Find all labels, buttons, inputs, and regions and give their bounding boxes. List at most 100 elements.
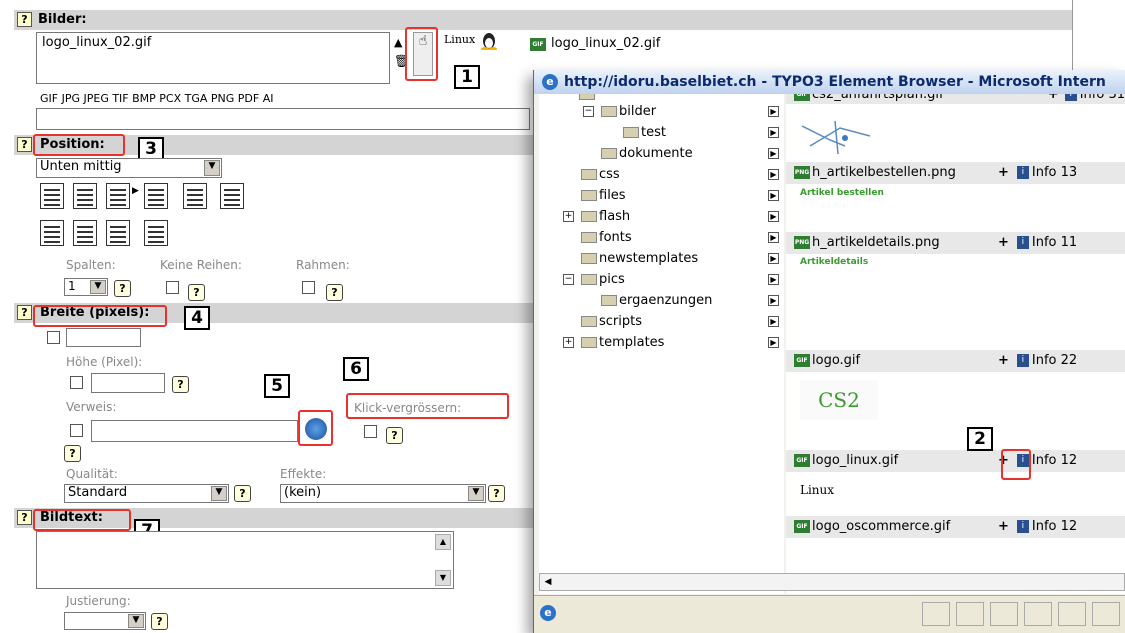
- expand-arrow-icon[interactable]: ▶: [768, 295, 779, 306]
- file-upload-field[interactable]: [36, 108, 530, 130]
- plus-icon[interactable]: +: [998, 519, 1009, 534]
- scroll-left-icon[interactable]: ◀: [541, 575, 555, 589]
- expand-arrow-icon[interactable]: ▶: [768, 253, 779, 264]
- plus-icon[interactable]: +: [998, 235, 1009, 250]
- tree-folder-files[interactable]: files: [581, 185, 765, 206]
- expand-arrow-icon[interactable]: ▶: [768, 169, 779, 180]
- expand-arrow-icon[interactable]: ▶: [768, 127, 779, 138]
- help-icon[interactable]: ?: [172, 376, 189, 393]
- scroll-down-icon[interactable]: ▼: [435, 570, 451, 586]
- rahmen-checkbox[interactable]: [302, 281, 315, 294]
- info-icon[interactable]: i: [1016, 166, 1029, 179]
- info-label[interactable]: Info: [1032, 453, 1057, 468]
- help-icon[interactable]: ?: [326, 284, 343, 301]
- hoehe-input[interactable]: [91, 373, 165, 393]
- file-row[interactable]: GIF logo.gif + i Info 22: [786, 350, 1125, 372]
- position-option-icon[interactable]: [106, 183, 130, 209]
- help-icon[interactable]: ?: [234, 485, 251, 502]
- image-file-list[interactable]: logo_linux_02.gif: [36, 32, 390, 84]
- info-label[interactable]: Info: [1032, 235, 1057, 250]
- help-icon[interactable]: ?: [17, 137, 32, 152]
- help-icon[interactable]: ?: [114, 280, 131, 297]
- expand-arrow-icon[interactable]: ▶: [768, 274, 779, 285]
- expand-arrow-icon[interactable]: ▶: [768, 106, 779, 117]
- tree-folder-test[interactable]: test: [623, 122, 765, 143]
- position-option-icon[interactable]: [144, 183, 168, 209]
- file-row[interactable]: PNG h_artikelbestellen.png + i Info 13: [786, 162, 1125, 184]
- expand-arrow-icon[interactable]: ▶: [768, 337, 779, 348]
- tree-folder-bilder[interactable]: bilder: [601, 101, 765, 122]
- file-list-item[interactable]: logo_linux_02.gif: [42, 35, 151, 50]
- move-up-icon[interactable]: ▲: [394, 36, 402, 49]
- horizontal-scrollbar[interactable]: ◀: [539, 573, 1125, 591]
- position-option-icon[interactable]: [40, 183, 64, 209]
- tree-folder-flash[interactable]: flash: [581, 206, 765, 227]
- info-icon[interactable]: i: [1016, 520, 1029, 533]
- tree-toggle-icon[interactable]: +: [563, 337, 574, 348]
- tree-folder-ergaenzungen[interactable]: ergaenzungen: [601, 290, 765, 311]
- tree-folder-fonts[interactable]: fonts: [581, 227, 765, 248]
- help-icon[interactable]: ?: [488, 485, 505, 502]
- chevron-down-icon[interactable]: ▼: [128, 614, 144, 628]
- file-row[interactable]: PNG h_artikeldetails.png + i Info 11: [786, 232, 1125, 254]
- file-name[interactable]: h_artikelbestellen.png: [812, 165, 956, 180]
- expand-arrow-icon[interactable]: ▶: [768, 316, 779, 327]
- file-row[interactable]: GIF logo_oscommerce.gif + i Info 12: [786, 516, 1125, 538]
- element-browser-window[interactable]: e http://idoru.baselbiet.ch - TYPO3 Elem…: [533, 70, 1125, 633]
- help-icon[interactable]: ?: [151, 613, 168, 630]
- tree-folder-newstemplates[interactable]: newstemplates: [581, 248, 765, 269]
- expand-arrow-icon[interactable]: ▶: [768, 232, 779, 243]
- qualitaet-select[interactable]: Standard ▼: [64, 484, 229, 503]
- position-option-icon[interactable]: [144, 220, 168, 246]
- keine-reihen-checkbox[interactable]: [166, 281, 179, 294]
- effekte-select[interactable]: (kein) ▼: [280, 484, 486, 503]
- position-option-icon[interactable]: [220, 183, 244, 209]
- scroll-up-icon[interactable]: ▲: [435, 534, 451, 550]
- position-option-icon[interactable]: [73, 183, 97, 209]
- tree-folder-css[interactable]: css: [581, 164, 765, 185]
- justierung-select[interactable]: ▼: [64, 612, 146, 630]
- chevron-down-icon[interactable]: ▼: [204, 160, 220, 176]
- bildtext-textarea[interactable]: ▲ ▼: [36, 531, 454, 589]
- help-icon[interactable]: ?: [17, 510, 32, 525]
- file-name[interactable]: h_artikeldetails.png: [812, 235, 940, 250]
- chevron-down-icon[interactable]: ▼: [211, 486, 227, 501]
- breite-input[interactable]: [66, 328, 141, 347]
- file-row[interactable]: GIF logo_linux.gif + i Info 12: [786, 450, 1125, 472]
- help-icon[interactable]: ?: [17, 305, 32, 320]
- help-icon[interactable]: ?: [17, 12, 32, 27]
- position-option-icon[interactable]: [73, 220, 97, 246]
- plus-icon[interactable]: +: [1048, 94, 1059, 102]
- position-option-icon[interactable]: [183, 183, 207, 209]
- tree-toggle-icon[interactable]: −: [583, 106, 594, 117]
- tree-folder-scripts[interactable]: scripts: [581, 311, 765, 332]
- help-icon[interactable]: ?: [188, 284, 205, 301]
- hoehe-checkbox[interactable]: [70, 376, 83, 389]
- tree-folder-templates[interactable]: templates: [581, 332, 765, 353]
- position-option-icon[interactable]: [40, 220, 64, 246]
- plus-icon[interactable]: +: [998, 165, 1009, 180]
- position-option-icon[interactable]: [106, 220, 130, 246]
- expand-arrow-icon[interactable]: ▶: [768, 148, 779, 159]
- tree-toggle-icon[interactable]: +: [563, 211, 574, 222]
- window-titlebar[interactable]: e http://idoru.baselbiet.ch - TYPO3 Elem…: [534, 70, 1125, 94]
- position-select[interactable]: Unten mittig ▼: [36, 158, 222, 178]
- tree-folder-pics[interactable]: pics: [581, 269, 765, 290]
- file-name[interactable]: logo_oscommerce.gif: [812, 519, 950, 534]
- file-name[interactable]: logo.gif: [812, 353, 860, 368]
- chevron-down-icon[interactable]: ▼: [468, 486, 484, 501]
- expand-arrow-icon[interactable]: ▶: [768, 190, 779, 201]
- file-name[interactable]: logo_linux.gif: [812, 453, 898, 468]
- plus-icon[interactable]: +: [998, 353, 1009, 368]
- verweis-checkbox[interactable]: [70, 424, 83, 437]
- klick-vergroessern-checkbox[interactable]: [364, 425, 377, 438]
- spalten-select[interactable]: 1 ▼: [64, 278, 108, 296]
- verweis-input[interactable]: [91, 420, 298, 442]
- tree-folder-dokumente[interactable]: dokumente: [601, 143, 765, 164]
- info-icon[interactable]: i: [1016, 236, 1029, 249]
- tree-toggle-icon[interactable]: −: [563, 274, 574, 285]
- info-icon[interactable]: i: [1064, 94, 1077, 101]
- help-icon[interactable]: ?: [64, 445, 81, 462]
- breite-checkbox[interactable]: [47, 331, 60, 344]
- info-label[interactable]: Info: [1032, 353, 1057, 368]
